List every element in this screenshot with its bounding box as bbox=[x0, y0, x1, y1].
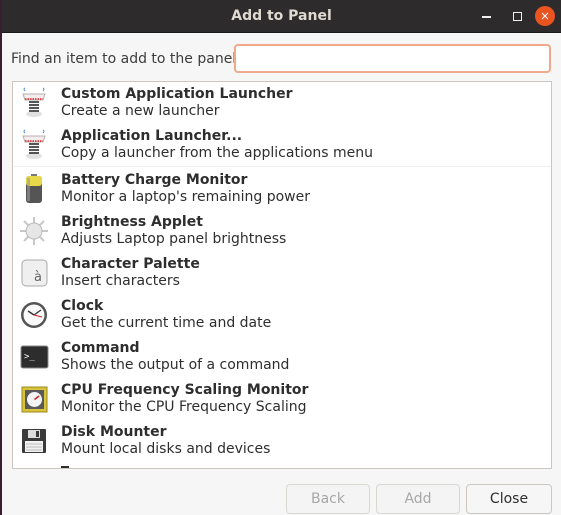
item-description: Copy a launcher from the applications me… bbox=[61, 145, 374, 161]
launcher-spring-icon bbox=[19, 87, 49, 119]
item-name: Brightness Applet bbox=[61, 214, 203, 230]
floppy-disk-icon bbox=[19, 425, 49, 457]
terminal-icon: >_ bbox=[19, 341, 49, 373]
close-button[interactable]: Close bbox=[466, 484, 552, 514]
list-item[interactable]: Application Launcher... Copy a launcher … bbox=[13, 124, 551, 166]
character-palette-icon: à bbox=[19, 257, 49, 289]
item-name: Custom Application Launcher bbox=[61, 86, 293, 102]
list-item[interactable]: CPU Frequency Scaling Monitor Monitor th… bbox=[13, 378, 551, 420]
item-name: Disk Mounter bbox=[61, 424, 167, 440]
brightness-sun-icon bbox=[19, 215, 49, 247]
item-name: Command bbox=[61, 340, 140, 356]
battery-icon bbox=[19, 173, 49, 205]
list-item[interactable]: Disk Mounter Mount local disks and devic… bbox=[13, 420, 551, 462]
back-button[interactable]: Back bbox=[286, 484, 370, 514]
item-description: Create a new launcher bbox=[61, 103, 220, 119]
clock-icon bbox=[19, 299, 49, 331]
partial-next-item bbox=[61, 466, 69, 468]
item-description: Adjusts Laptop panel brightness bbox=[61, 231, 287, 247]
minimize-icon bbox=[481, 16, 491, 18]
add-to-panel-dialog: Add to Panel ✕ Find an item to add to th… bbox=[2, 0, 561, 515]
item-list[interactable]: Custom Application Launcher Create a new… bbox=[12, 81, 552, 469]
list-separator bbox=[13, 166, 551, 167]
minimize-button[interactable] bbox=[476, 6, 496, 26]
item-name: Application Launcher... bbox=[61, 128, 243, 144]
maximize-button[interactable] bbox=[507, 6, 527, 26]
list-item[interactable]: Battery Charge Monitor Monitor a laptop'… bbox=[13, 168, 551, 210]
list-item[interactable]: Custom Application Launcher Create a new… bbox=[13, 82, 551, 124]
svg-text:>_: >_ bbox=[24, 352, 35, 362]
list-item[interactable]: >_ Command Shows the output of a command bbox=[13, 336, 551, 378]
item-description: Monitor a laptop's remaining power bbox=[61, 189, 310, 205]
item-name: CPU Frequency Scaling Monitor bbox=[61, 382, 309, 398]
search-input[interactable] bbox=[234, 44, 551, 73]
list-item[interactable]: Clock Get the current time and date bbox=[13, 294, 551, 336]
add-button[interactable]: Add bbox=[376, 484, 460, 514]
search-label: Find an item to add to the panel: bbox=[11, 51, 241, 67]
item-name: Character Palette bbox=[61, 256, 200, 272]
item-description: Mount local disks and devices bbox=[61, 441, 271, 457]
item-description: Insert characters bbox=[61, 273, 180, 289]
svg-text:à: à bbox=[34, 270, 42, 285]
item-name: Clock bbox=[61, 298, 104, 314]
title-bar[interactable]: Add to Panel ✕ bbox=[2, 0, 561, 33]
cpu-gauge-icon bbox=[19, 383, 49, 415]
item-description: Get the current time and date bbox=[61, 315, 272, 331]
list-item[interactable]: à Character Palette Insert characters bbox=[13, 252, 551, 294]
item-description: Monitor the CPU Frequency Scaling bbox=[61, 399, 307, 415]
launcher-spring-icon bbox=[19, 129, 49, 161]
item-description: Shows the output of a command bbox=[61, 357, 290, 373]
list-item[interactable]: Brightness Applet Adjusts Laptop panel b… bbox=[13, 210, 551, 252]
close-window-button[interactable]: ✕ bbox=[535, 6, 555, 26]
item-name: Battery Charge Monitor bbox=[61, 172, 248, 188]
close-icon: ✕ bbox=[540, 9, 550, 23]
maximize-icon bbox=[512, 11, 522, 21]
